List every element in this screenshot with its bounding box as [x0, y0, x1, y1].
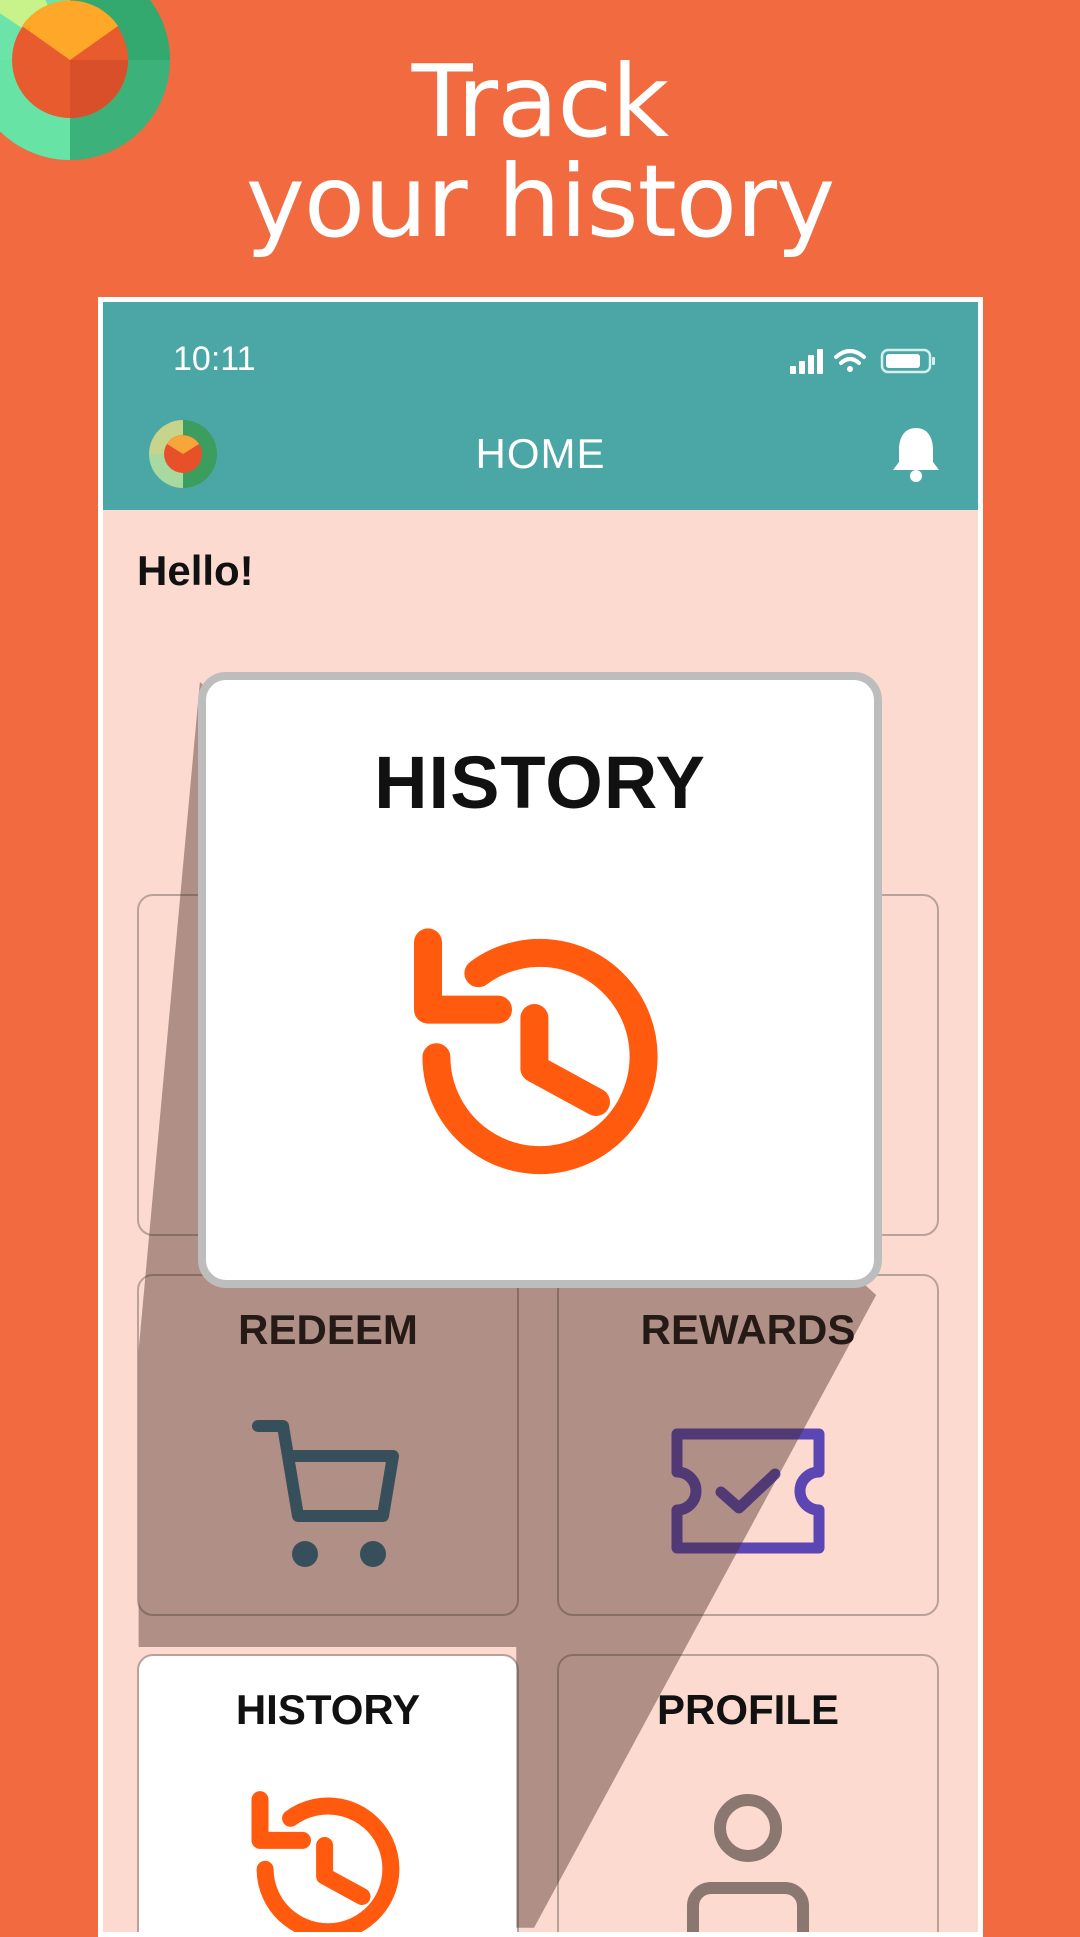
greeting-text: Hello! [137, 547, 254, 594]
tile-profile[interactable]: PROFILE [557, 1654, 939, 1932]
tile-rewards[interactable]: REWARDS [557, 1274, 939, 1616]
tile-redeem-label: REDEEM [238, 1306, 418, 1353]
tile-history-label: HISTORY [235, 1686, 421, 1733]
bell-icon[interactable] [888, 424, 944, 484]
tile-profile-label: PROFILE [656, 1686, 839, 1733]
brand-logo-icon [0, 0, 170, 160]
user-icon [687, 1794, 809, 1932]
app-title: HOME [475, 430, 606, 477]
history-icon [414, 928, 658, 1175]
history-icon [251, 1791, 400, 1932]
ticket-check-icon [671, 1428, 825, 1554]
status-time: 10:11 [173, 340, 256, 378]
wifi-icon [834, 349, 866, 372]
tile-history[interactable]: HISTORY [137, 1654, 519, 1932]
tile-rewards-label: REWARDS [640, 1306, 856, 1353]
app-bar: 10:11 HOME [103, 302, 978, 510]
signal-icon [790, 349, 823, 374]
status-icons [790, 348, 935, 374]
zoom-label: HISTORY [374, 741, 706, 824]
cart-icon [252, 1420, 399, 1567]
battery-icon [880, 348, 935, 374]
tile-redeem[interactable]: REDEEM [137, 1274, 519, 1616]
history-zoom-callout: HISTORY [198, 672, 882, 1288]
